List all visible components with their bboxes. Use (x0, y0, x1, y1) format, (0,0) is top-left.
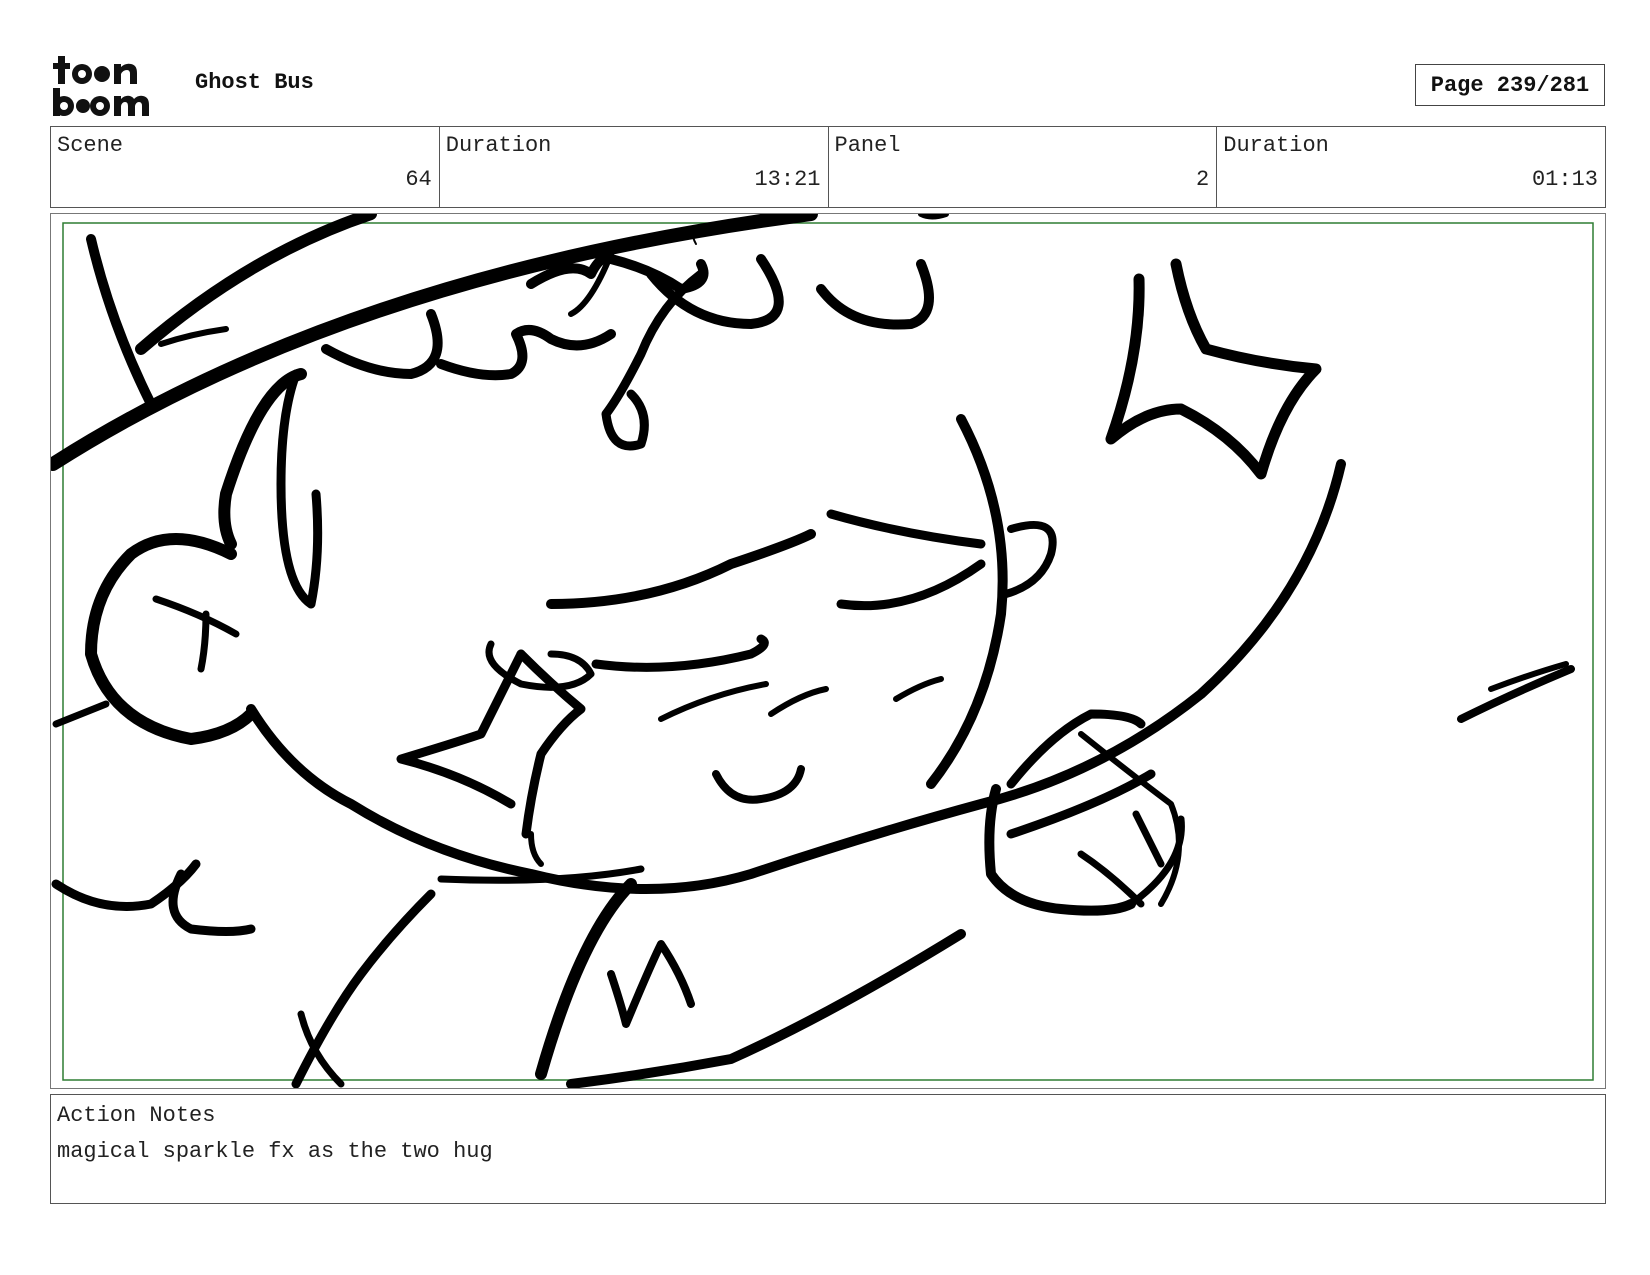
toonboom-logo (53, 56, 149, 116)
page-number: Page 239/281 (1415, 64, 1605, 106)
scene-duration-value: 13:21 (754, 167, 821, 192)
scene-cell: Scene 64 (51, 127, 440, 207)
panel-cell: Panel 2 (829, 127, 1218, 207)
panel-duration-label: Duration (1223, 133, 1329, 158)
project-title: Ghost Bus (195, 70, 314, 95)
panel-duration-cell: Duration 01:13 (1217, 127, 1605, 207)
panel-sketch (51, 214, 1594, 1088)
safe-frame (62, 222, 1594, 1081)
action-notes-box: Action Notes magical sparkle fx as the t… (50, 1094, 1606, 1204)
panel-value: 2 (1196, 167, 1210, 192)
scene-duration-label: Duration (445, 133, 552, 158)
storyboard-panel (50, 213, 1606, 1089)
scene-label: Scene (57, 133, 124, 158)
sketch-lines (51, 214, 1575, 1088)
panel-info-row: Scene 64 Duration 13:21 Panel 2 Duration… (50, 126, 1606, 208)
panel-label: Panel (834, 133, 901, 158)
action-notes-label: Action Notes (57, 1103, 216, 1128)
scene-duration-cell: Duration 13:21 (440, 127, 829, 207)
panel-duration-value: 01:13 (1531, 167, 1598, 192)
action-notes-text: magical sparkle fx as the two hug (57, 1139, 493, 1164)
scene-value: 64 (405, 167, 432, 192)
